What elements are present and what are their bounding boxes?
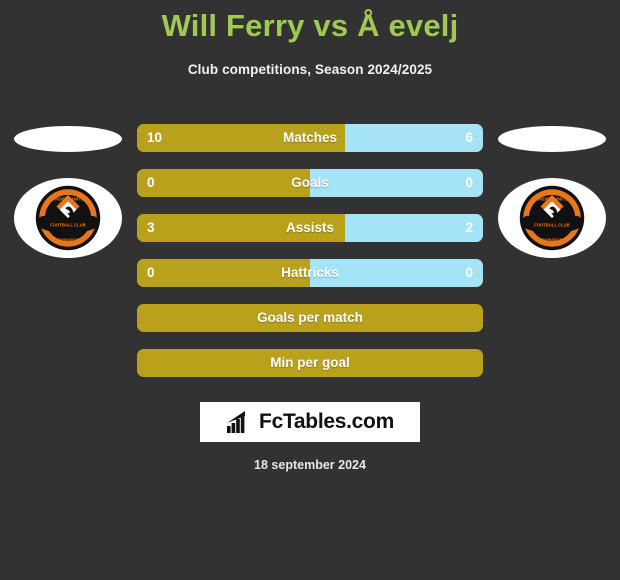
stat-label: Goals bbox=[291, 175, 329, 190]
club-crest-right: DUNDEE UNITED FOOTBALL CLUB TANNADICE bbox=[498, 178, 606, 258]
player-photo-right bbox=[498, 126, 606, 152]
page-subtitle: Club competitions, Season 2024/2025 bbox=[187, 62, 433, 77]
stat-label: Matches bbox=[282, 130, 338, 145]
player-photo-left bbox=[14, 126, 122, 152]
dundee-united-crest-icon: DUNDEE UNITED FOOTBALL CLUB TANNADICE bbox=[519, 185, 585, 251]
stat-label: Hattricks bbox=[281, 265, 339, 280]
dundee-united-crest-icon: DUNDEE UNITED FOOTBALL CLUB TANNADICE bbox=[35, 185, 101, 251]
stat-label: Min per goal bbox=[270, 355, 350, 370]
svg-text:DUNDEE UNITED: DUNDEE UNITED bbox=[48, 197, 89, 203]
svg-text:FOOTBALL CLUB: FOOTBALL CLUB bbox=[50, 222, 86, 227]
footer-date: 18 september 2024 bbox=[254, 458, 366, 472]
stat-bar-matches: 10 6 Matches bbox=[137, 124, 483, 152]
stat-bar-goals: 0 0 Goals bbox=[137, 169, 483, 197]
fctables-logo-text: FcTables.com bbox=[259, 410, 394, 433]
club-crest-left: DUNDEE UNITED FOOTBALL CLUB TANNADICE bbox=[14, 178, 122, 258]
svg-text:FOOTBALL CLUB: FOOTBALL CLUB bbox=[534, 222, 570, 227]
svg-text:DUNDEE UNITED: DUNDEE UNITED bbox=[532, 197, 573, 203]
stat-bar-list: 10 6 Matches 0 0 Goals 3 2 Assists 0 0 Hattricks Goa… bbox=[137, 124, 483, 394]
stat-bar-hattricks: 0 0 Hattricks bbox=[137, 259, 483, 287]
stat-comparison-page: Will Ferry vs Å evelj Club competitions,… bbox=[0, 0, 620, 580]
bar-chart-arrow-icon bbox=[227, 411, 246, 433]
page-title: Will Ferry vs Å evelj bbox=[161, 8, 459, 43]
stat-label: Goals per match bbox=[257, 310, 363, 325]
svg-text:TANNADICE: TANNADICE bbox=[58, 238, 79, 242]
svg-text:TANNADICE: TANNADICE bbox=[542, 238, 563, 242]
stat-label: Assists bbox=[285, 220, 335, 235]
stat-bar-min-per-goal: Min per goal bbox=[137, 349, 483, 377]
stat-bar-assists: 3 2 Assists bbox=[137, 214, 483, 242]
fctables-logo[interactable]: FcTables.com bbox=[200, 402, 420, 442]
stat-bar-goals-per-match: Goals per match bbox=[137, 304, 483, 332]
